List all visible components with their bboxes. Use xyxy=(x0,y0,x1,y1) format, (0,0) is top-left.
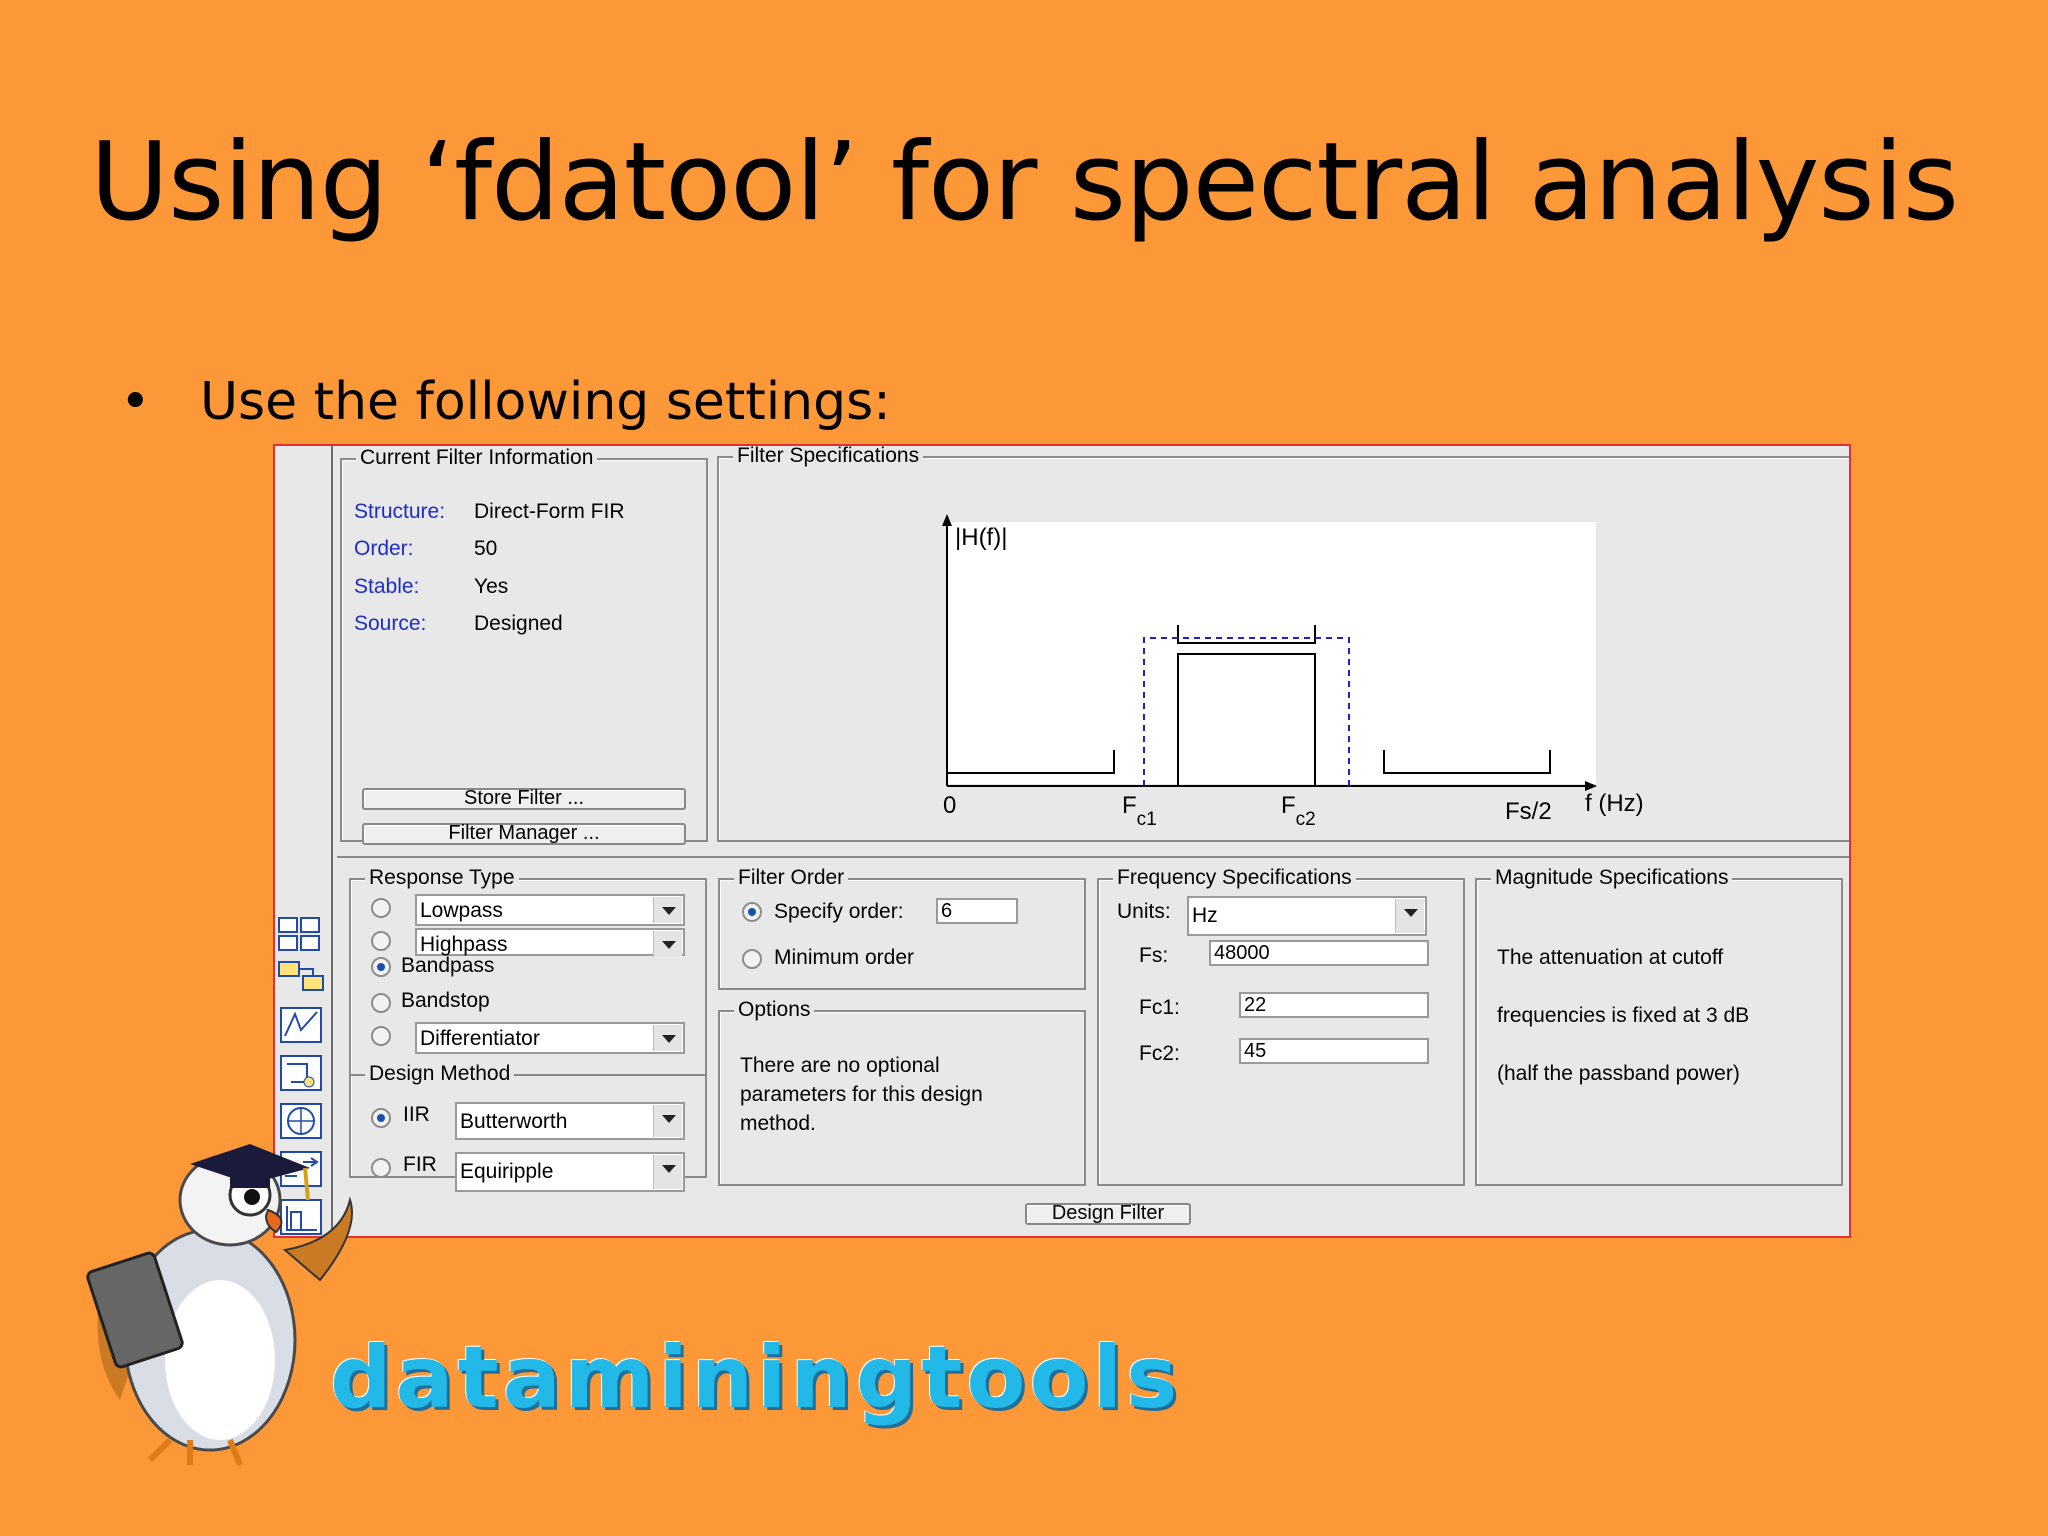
fs-label: Fs: xyxy=(1139,944,1169,967)
magnitude-text-line1: The attenuation at cutoff xyxy=(1497,946,1724,969)
fc2-input[interactable]: 45 xyxy=(1239,1038,1429,1064)
fc1-input[interactable]: 22 xyxy=(1239,992,1429,1018)
iir-radio[interactable] xyxy=(371,1108,391,1128)
response-type-group: Response Type Lowpass Highpass Bandpass … xyxy=(349,866,707,1192)
filter-order-group: Filter Order Specify order: 6 Minimum or… xyxy=(718,866,1086,990)
source-key: Source: xyxy=(354,612,427,635)
specify-order-label: Specify order: xyxy=(774,900,904,923)
tick-fc1-sub: c1 xyxy=(1136,809,1157,830)
tick-fc1-main: F xyxy=(1122,792,1137,819)
realize-model-icon[interactable] xyxy=(277,958,325,996)
convert-structure-icon[interactable] xyxy=(277,916,325,954)
bandpass-radio[interactable] xyxy=(371,957,391,977)
stable-key: Stable: xyxy=(354,575,420,598)
order-value: 50 xyxy=(474,537,498,560)
iir-label: IIR xyxy=(403,1103,430,1126)
differentiator-radio[interactable] xyxy=(371,1026,391,1046)
stable-value: Yes xyxy=(474,575,509,598)
specify-order-radio[interactable] xyxy=(742,902,762,922)
group-label: Filter Order xyxy=(734,866,849,890)
tick-zero: 0 xyxy=(943,792,957,819)
filter-specifications-group: Filter Specifications |H(f)| f (Hz) 0 Fc… xyxy=(717,446,1849,842)
brand-logo-text: dataminingtools xyxy=(330,1328,1182,1428)
fdatool-window: Current Filter Information Structure: Di… xyxy=(273,444,1851,1238)
bandstop-label: Bandstop xyxy=(401,989,490,1012)
chevron-down-icon xyxy=(653,1105,682,1137)
fc1-label: Fc1: xyxy=(1139,996,1180,1019)
sidebar-toolbar xyxy=(275,446,333,1236)
order-input[interactable]: 6 xyxy=(936,898,1018,924)
chevron-down-icon xyxy=(653,1155,682,1189)
minimum-order-label: Minimum order xyxy=(774,946,915,969)
differentiator-select[interactable]: Differentiator xyxy=(415,1022,685,1054)
fir-label: FIR xyxy=(403,1153,437,1176)
lowpass-radio[interactable] xyxy=(371,898,391,918)
fs-input[interactable]: 48000 xyxy=(1209,940,1429,966)
magnitude-text-line3: (half the passband power) xyxy=(1497,1062,1740,1085)
x-axis-label: f (Hz) xyxy=(1585,790,1644,817)
options-text-line2: parameters for this design xyxy=(740,1083,983,1106)
options-group: Options There are no optional parameters… xyxy=(718,998,1086,1186)
tick-fc1: Fc1 xyxy=(1122,792,1157,830)
order-key: Order: xyxy=(354,537,414,560)
magnitude-specifications-group: Magnitude Specifications The attenuation… xyxy=(1475,866,1843,1186)
group-label: Options xyxy=(734,998,815,1022)
tick-fs2: Fs/2 xyxy=(1505,798,1552,825)
quantization-icon[interactable] xyxy=(277,1054,325,1092)
highpass-radio[interactable] xyxy=(371,931,391,951)
pole-zero-editor-icon[interactable] xyxy=(277,1006,325,1044)
structure-key: Structure: xyxy=(354,500,446,523)
bandstop-radio[interactable] xyxy=(371,993,391,1013)
lower-panel-frame xyxy=(337,856,1849,858)
chevron-down-icon xyxy=(1395,899,1424,933)
units-select[interactable]: Hz xyxy=(1187,896,1427,936)
units-label: Units: xyxy=(1117,900,1171,923)
chevron-down-icon xyxy=(653,931,682,957)
frequency-specifications-group: Frequency Specifications Units: Hz Fs: 4… xyxy=(1097,866,1465,1186)
tick-fc2: Fc2 xyxy=(1281,792,1316,830)
pole-zero-icon[interactable] xyxy=(277,1102,325,1140)
group-label: Magnitude Specifications xyxy=(1491,866,1733,890)
chevron-down-icon xyxy=(653,897,682,923)
bandpass-label: Bandpass xyxy=(401,954,495,977)
group-label: Frequency Specifications xyxy=(1113,866,1356,890)
y-axis-label: |H(f)| xyxy=(955,524,1008,551)
lowpass-select[interactable]: Lowpass xyxy=(415,894,685,926)
bullet-item: • Use the following settings: xyxy=(120,372,891,432)
bullet-text: Use the following settings: xyxy=(200,372,891,432)
fir-method-select[interactable]: Equiripple xyxy=(455,1152,685,1192)
slide-title: Using ‘fdatool’ for spectral analysis xyxy=(90,120,1959,245)
current-filter-info-group: Current Filter Information Structure: Di… xyxy=(340,446,708,845)
structure-value: Direct-Form FIR xyxy=(474,500,625,523)
store-filter-button[interactable]: Store Filter ... xyxy=(362,788,686,810)
magnitude-text-line2: frequencies is fixed at 3 dB xyxy=(1497,1004,1750,1027)
group-label: Current Filter Information xyxy=(356,446,598,470)
minimum-order-radio[interactable] xyxy=(742,949,762,969)
fc2-label: Fc2: xyxy=(1139,1042,1180,1065)
design-method-label: Design Method xyxy=(365,1062,515,1086)
options-text-line3: method. xyxy=(740,1112,816,1135)
filter-spec-diagram xyxy=(942,514,1597,791)
tick-fc2-sub: c2 xyxy=(1295,809,1316,830)
group-label: Response Type xyxy=(365,866,519,890)
tick-fc2-main: F xyxy=(1281,792,1296,819)
iir-method-select[interactable]: Butterworth xyxy=(455,1102,685,1140)
bullet-dot: • xyxy=(120,372,151,432)
highpass-select[interactable]: Highpass xyxy=(415,928,685,957)
chevron-down-icon xyxy=(653,1025,682,1051)
design-filter-button[interactable]: Design Filter xyxy=(1025,1203,1191,1225)
options-text-line1: There are no optional xyxy=(740,1054,940,1077)
filter-manager-button[interactable]: Filter Manager ... xyxy=(362,823,686,845)
source-value: Designed xyxy=(474,612,563,635)
